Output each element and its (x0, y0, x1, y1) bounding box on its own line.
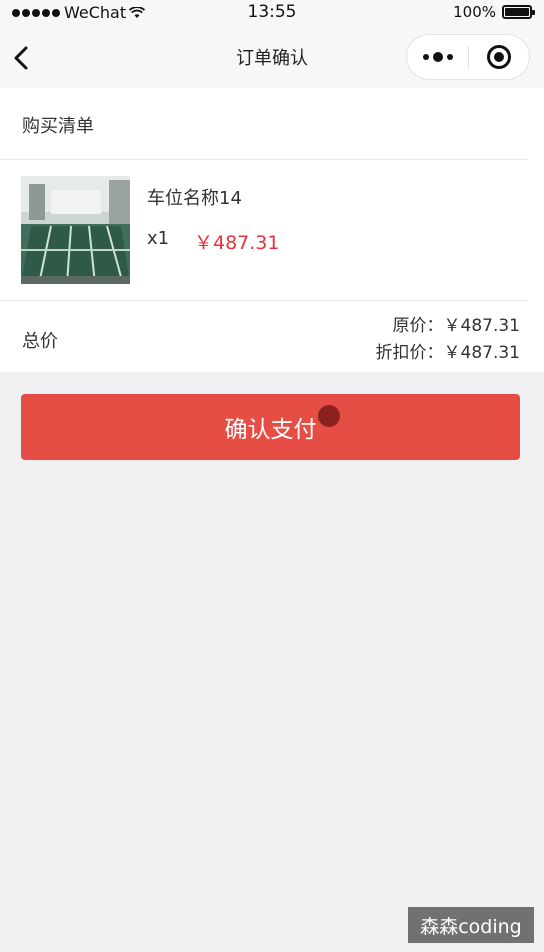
status-bar: WeChat 13:55 100% (0, 0, 544, 26)
product-name: 车位名称14 (147, 188, 242, 209)
parking-space-image[interactable] (21, 176, 130, 284)
price-summary: 原价：￥487.31 折扣价：￥487.31 (376, 313, 520, 367)
more-dots-icon (422, 54, 429, 60)
battery-percentage: 100% (453, 3, 496, 21)
confirm-payment-button[interactable]: 确认支付 (21, 394, 520, 460)
navigation-bar: 订单确认 (0, 26, 544, 88)
purchase-list-title: 购买清单 (22, 116, 94, 137)
more-menu-button[interactable] (407, 34, 468, 80)
original-price: 原价：￥487.31 (392, 316, 520, 336)
watermark: 森森coding (408, 907, 534, 943)
order-card: 购买清单 车位名称14 x1 ￥487.31 总价 原价：￥487.31 折扣价… (0, 88, 544, 372)
mini-program-capsule (406, 34, 530, 80)
close-mini-program-button[interactable] (469, 34, 529, 80)
status-right: 100% (453, 3, 535, 21)
product-price: ￥487.31 (194, 232, 280, 254)
product-quantity: x1 (147, 228, 170, 249)
divider (0, 300, 528, 301)
parking-garage-photo (21, 176, 130, 284)
discount-price: 折扣价：￥487.31 (375, 343, 520, 363)
total-price-label: 总价 (22, 331, 58, 352)
battery-icon (502, 5, 535, 19)
touch-indicator (318, 405, 340, 427)
target-icon (486, 45, 511, 69)
divider (0, 159, 528, 160)
